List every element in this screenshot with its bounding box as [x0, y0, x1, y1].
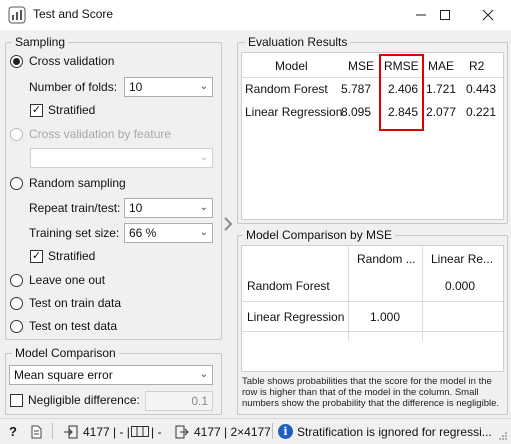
help-icon[interactable]: ?: [9, 424, 17, 439]
header-mse[interactable]: MSE: [348, 59, 374, 73]
comparison-note: Table shows probabilities that the score…: [242, 376, 500, 409]
random-sampling-label: Random sampling: [29, 176, 126, 190]
metric-combo[interactable]: Mean square error ⌄: [9, 365, 213, 385]
chevron-down-icon: ⌄: [199, 369, 208, 380]
cv-by-feature-label: Cross validation by feature: [29, 127, 172, 141]
stratified-cv-checkbox[interactable]: ✓: [30, 104, 43, 117]
orange-widget-icon: [8, 6, 26, 24]
stratified-rs-checkbox[interactable]: ✓: [30, 250, 43, 263]
cross-validation-label: Cross validation: [29, 54, 115, 68]
leave-one-out-label: Leave one out: [29, 273, 106, 287]
chevron-down-icon: ⌄: [199, 202, 208, 213]
row-divider: [242, 301, 503, 302]
evaluation-table[interactable]: Model MSE RMSE MAE R2 Random Forest 5.78…: [241, 52, 504, 220]
cv-by-feature-radio: [10, 128, 23, 141]
col-divider: [348, 246, 349, 341]
window-title: Test and Score: [33, 7, 114, 21]
negligible-input[interactable]: 0.1: [145, 391, 213, 411]
input-summary-2: | -: [151, 425, 162, 439]
header-divider: [242, 77, 503, 78]
comparison-table[interactable]: Random ... Linear Re... Random Forest 0.…: [241, 245, 504, 372]
evaluation-title: Evaluation Results: [245, 35, 351, 49]
header-r2[interactable]: R2: [469, 59, 484, 73]
status-bar: ? 4177 | - | | - 4177 | 2×4177 i Stratif…: [0, 418, 511, 444]
header-mae[interactable]: MAE: [428, 59, 454, 73]
status-divider: [52, 423, 53, 439]
row-divider: [242, 331, 503, 332]
folds-label: Number of folds:: [29, 80, 118, 94]
cross-validation-radio[interactable]: [10, 55, 23, 68]
rmse-highlight-box: [379, 54, 424, 131]
input-summary: 4177 | - |: [83, 425, 130, 439]
row-header: Random Forest: [247, 279, 330, 293]
training-value: 66 %: [129, 226, 157, 240]
leave-one-out-radio[interactable]: [10, 274, 23, 287]
train-data-label: Test on train data: [29, 296, 122, 310]
chevron-down-icon: ⌄: [199, 227, 208, 238]
status-divider: [272, 423, 273, 439]
col-divider: [422, 246, 423, 341]
output-icon: [175, 425, 189, 439]
row-mae-cell: 2.077: [426, 105, 457, 119]
row-model-cell: Linear Regression: [245, 105, 343, 119]
table-icon: [131, 426, 149, 437]
row-r2-cell: 0.443: [466, 82, 497, 96]
row-model-cell: Random Forest: [245, 82, 328, 96]
repeat-value: 10: [129, 201, 143, 215]
repeat-label: Repeat train/test:: [29, 201, 121, 215]
training-combo[interactable]: 66 % ⌄: [124, 223, 213, 243]
folds-value: 10: [129, 80, 143, 94]
row-mse-cell: 5.787: [341, 82, 372, 96]
chevron-down-icon: ⌄: [199, 152, 208, 163]
folds-combo[interactable]: 10 ⌄: [124, 77, 213, 97]
maximize-icon: [440, 10, 450, 20]
close-icon: [482, 9, 494, 21]
title-bar: Test and Score: [0, 0, 511, 30]
training-label: Training set size:: [29, 226, 120, 240]
sampling-title: Sampling: [12, 35, 69, 49]
random-sampling-radio[interactable]: [10, 177, 23, 190]
negligible-value: 0.1: [191, 394, 208, 408]
feature-combo: ⌄: [30, 148, 213, 168]
comparison-title: Model Comparison by MSE: [243, 228, 396, 242]
row-mse-cell: 8.095: [341, 105, 372, 119]
negligible-checkbox[interactable]: [10, 394, 23, 407]
metric-value: Mean square error: [14, 368, 113, 382]
input-icon: [64, 425, 78, 439]
train-data-radio[interactable]: [10, 297, 23, 310]
splitter-arrow-icon[interactable]: [222, 216, 234, 232]
col-header: Random ...: [357, 252, 416, 266]
comparison-cell: 0.000: [445, 279, 476, 293]
row-header: Linear Regression: [247, 310, 345, 324]
close-button[interactable]: [468, 0, 508, 30]
repeat-combo[interactable]: 10 ⌄: [124, 198, 213, 218]
model-comparison-title: Model Comparison: [12, 346, 119, 360]
test-data-radio[interactable]: [10, 320, 23, 333]
resize-grip-icon[interactable]: [498, 431, 508, 441]
row-mae-cell: 1.721: [426, 82, 457, 96]
negligible-label: Negligible difference:: [28, 393, 140, 407]
chevron-down-icon: ⌄: [199, 81, 208, 92]
maximize-button[interactable]: [425, 0, 465, 30]
info-icon: i: [278, 424, 293, 439]
report-icon[interactable]: [31, 425, 42, 439]
stratified-cv-label: Stratified: [48, 103, 96, 117]
row-r2-cell: 0.221: [466, 105, 497, 119]
col-header: Linear Re...: [431, 252, 494, 266]
test-data-label: Test on test data: [29, 319, 118, 333]
comparison-cell: 1.000: [370, 310, 401, 324]
output-summary: 4177 | 2×4177: [194, 425, 271, 439]
status-message: Stratification is ignored for regressi..…: [297, 425, 492, 439]
header-model[interactable]: Model: [275, 59, 308, 73]
stratified-rs-label: Stratified: [48, 249, 96, 263]
